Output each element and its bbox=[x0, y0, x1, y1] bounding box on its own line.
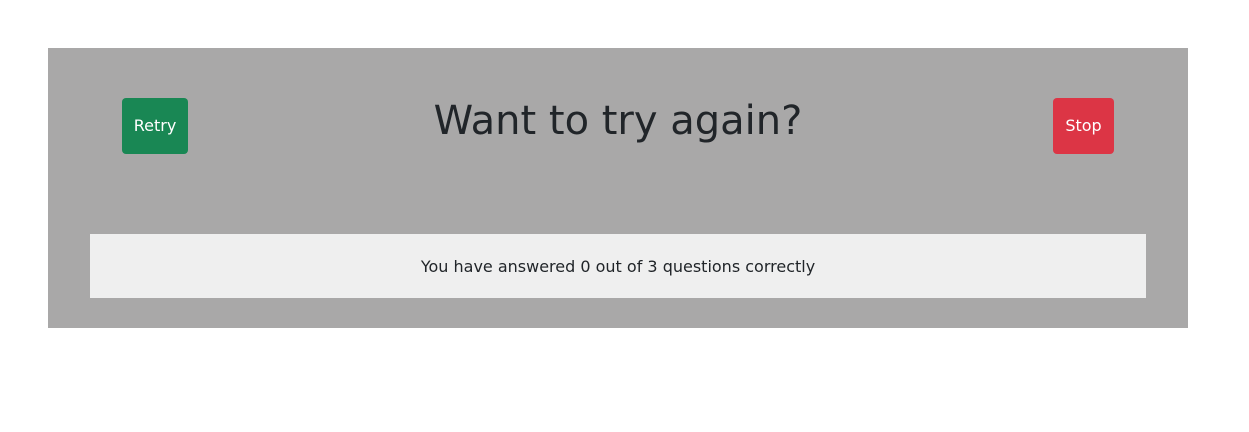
dialog-title: Want to try again? bbox=[433, 98, 803, 144]
result-box: You have answered 0 out of 3 questions c… bbox=[90, 234, 1146, 298]
retry-button[interactable]: Retry bbox=[122, 98, 188, 154]
retry-dialog-panel: Retry Want to try again? Stop You have a… bbox=[48, 48, 1188, 328]
stop-button[interactable]: Stop bbox=[1053, 98, 1114, 154]
result-text: You have answered 0 out of 3 questions c… bbox=[420, 256, 816, 276]
